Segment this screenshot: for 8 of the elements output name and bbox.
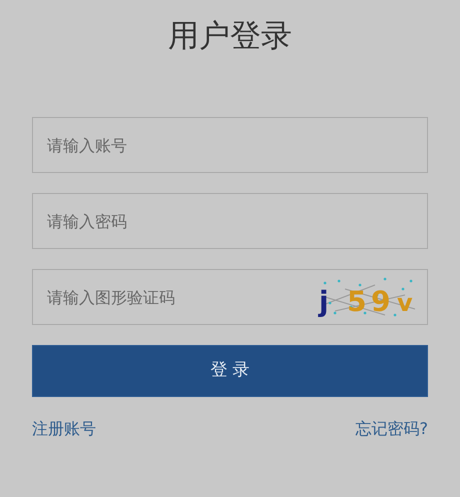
login-button[interactable]: 登 录 (32, 345, 428, 398)
captcha-image[interactable]: j 5 9 v (315, 275, 421, 320)
captcha-field[interactable]: 请输入图形验证码 j 5 9 v (32, 269, 428, 326)
page-title: 用户登录 (167, 18, 293, 56)
account-field[interactable]: 请输入账号 (32, 117, 428, 174)
password-field[interactable]: 请输入密码 (32, 193, 428, 250)
register-link[interactable]: 注册账号 (32, 417, 96, 442)
forgot-password-link[interactable]: 忘记密码? (356, 417, 428, 442)
